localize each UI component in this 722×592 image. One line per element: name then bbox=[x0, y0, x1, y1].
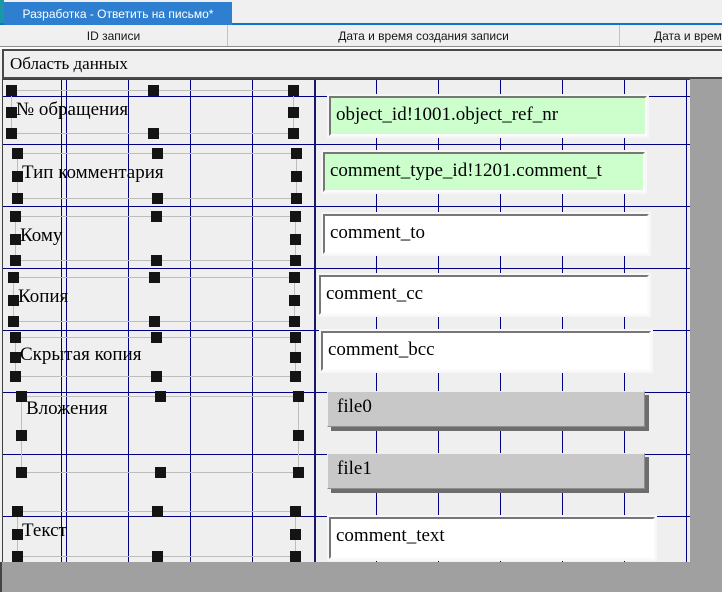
column-header-record-id[interactable]: ID записи bbox=[0, 25, 227, 46]
selection-handle-bl[interactable] bbox=[12, 551, 23, 562]
selection-handle-mr[interactable] bbox=[290, 352, 301, 363]
selection-handle-tr[interactable] bbox=[289, 272, 300, 283]
selection-handle-tr[interactable] bbox=[288, 85, 299, 96]
form-designer-window: Разработка - Ответить на письмо* ID запи… bbox=[0, 0, 722, 592]
tab-bar: Разработка - Ответить на письмо* bbox=[0, 0, 722, 25]
selection-handle-ml[interactable] bbox=[10, 352, 21, 363]
design-canvas: № обращения object_id!1001.object_ref_nr… bbox=[2, 79, 690, 562]
selection-handle-br[interactable] bbox=[293, 467, 304, 478]
selection-handle-tl[interactable] bbox=[10, 211, 21, 222]
label-to[interactable]: Кому bbox=[15, 216, 296, 261]
label-bcc[interactable]: Скрытая копия bbox=[15, 337, 296, 377]
selection-handle-mr[interactable] bbox=[290, 234, 301, 245]
selection-handle-tl[interactable] bbox=[6, 85, 17, 96]
selection-handle-ml[interactable] bbox=[10, 234, 21, 245]
selection-handle-tr[interactable] bbox=[291, 148, 302, 159]
selection-handle-bm[interactable] bbox=[152, 193, 163, 204]
selection-handle-tm[interactable] bbox=[149, 272, 160, 283]
selection-handle-bm[interactable] bbox=[152, 551, 163, 562]
tab-development[interactable]: Разработка - Ответить на письмо* bbox=[4, 2, 232, 25]
selection-handle-tm[interactable] bbox=[148, 85, 159, 96]
input-comment-text[interactable]: comment_text bbox=[329, 517, 655, 559]
selection-handle-bl[interactable] bbox=[12, 193, 23, 204]
data-area-band-header[interactable]: Область данных bbox=[2, 49, 722, 79]
input-comment-to[interactable]: comment_to bbox=[323, 214, 649, 254]
selection-handle-tl[interactable] bbox=[10, 332, 21, 343]
selection-handle-bm[interactable] bbox=[148, 128, 159, 139]
selection-handle-tm[interactable] bbox=[151, 211, 162, 222]
selection-handle-tm[interactable] bbox=[151, 332, 162, 343]
column-header-datetime-clipped[interactable]: Дата и врем bbox=[619, 25, 722, 46]
label-comment-type[interactable]: Тип комментария bbox=[17, 153, 297, 199]
selection-handle-bl[interactable] bbox=[16, 467, 27, 478]
input-object-ref-nr[interactable]: object_id!1001.object_ref_nr bbox=[329, 96, 647, 136]
label-text[interactable]: Текст bbox=[17, 511, 296, 557]
selection-handle-tm[interactable] bbox=[152, 148, 163, 159]
selection-handle-ml[interactable] bbox=[8, 295, 19, 306]
selection-handle-mr[interactable] bbox=[288, 107, 299, 118]
column-header-created-datetime[interactable]: Дата и время создания записи bbox=[227, 25, 619, 46]
selection-handle-tl[interactable] bbox=[16, 391, 27, 402]
selection-handle-ml[interactable] bbox=[12, 529, 23, 540]
selection-handle-bm[interactable] bbox=[151, 255, 162, 266]
selection-handle-br[interactable] bbox=[289, 316, 300, 327]
input-comment-type[interactable]: comment_type_id!1201.comment_t bbox=[323, 152, 645, 192]
selection-handle-bm[interactable] bbox=[151, 371, 162, 382]
selection-handle-br[interactable] bbox=[290, 371, 301, 382]
selection-handle-bm[interactable] bbox=[149, 316, 160, 327]
input-comment-cc[interactable]: comment_cc bbox=[319, 275, 649, 315]
label-attachments[interactable]: Вложения bbox=[21, 396, 299, 473]
input-comment-bcc[interactable]: comment_bcc bbox=[321, 331, 651, 371]
selection-handle-tr[interactable] bbox=[290, 211, 301, 222]
bottom-frame-bar bbox=[0, 562, 722, 592]
selection-handle-br[interactable] bbox=[291, 193, 302, 204]
label-cc[interactable]: Копия bbox=[13, 277, 295, 322]
selection-handle-br[interactable] bbox=[290, 255, 301, 266]
selection-handle-ml[interactable] bbox=[12, 171, 23, 182]
selection-handle-mr[interactable] bbox=[290, 529, 301, 540]
selection-handle-tm[interactable] bbox=[155, 391, 166, 402]
selection-handle-ml[interactable] bbox=[6, 107, 17, 118]
selection-handle-bm[interactable] bbox=[155, 467, 166, 478]
selection-handle-tl[interactable] bbox=[12, 506, 23, 517]
selection-handle-tl[interactable] bbox=[12, 148, 23, 159]
selection-handle-bl[interactable] bbox=[10, 255, 21, 266]
right-frame-strip bbox=[690, 79, 722, 562]
tab-title: Разработка - Ответить на письмо* bbox=[23, 7, 214, 21]
column-header-row: ID записи Дата и время создания записи Д… bbox=[0, 25, 722, 47]
selection-handle-tl[interactable] bbox=[8, 272, 19, 283]
button-file1[interactable]: file1 bbox=[327, 453, 645, 489]
selection-handle-bl[interactable] bbox=[8, 316, 19, 327]
label-request-number[interactable]: № обращения bbox=[11, 90, 294, 134]
selection-handle-mr[interactable] bbox=[289, 295, 300, 306]
label-field-divider bbox=[314, 80, 316, 562]
selection-handle-bl[interactable] bbox=[6, 128, 17, 139]
selection-handle-tr[interactable] bbox=[290, 506, 301, 517]
button-file0[interactable]: file0 bbox=[327, 391, 645, 427]
selection-handle-ml[interactable] bbox=[16, 430, 27, 441]
selection-handle-mr[interactable] bbox=[293, 430, 304, 441]
selection-handle-tr[interactable] bbox=[290, 332, 301, 343]
selection-handle-mr[interactable] bbox=[291, 171, 302, 182]
selection-handle-br[interactable] bbox=[290, 551, 301, 562]
selection-handle-tm[interactable] bbox=[152, 506, 163, 517]
selection-handle-bl[interactable] bbox=[10, 371, 21, 382]
selection-handle-tr[interactable] bbox=[293, 391, 304, 402]
selection-handle-br[interactable] bbox=[288, 128, 299, 139]
